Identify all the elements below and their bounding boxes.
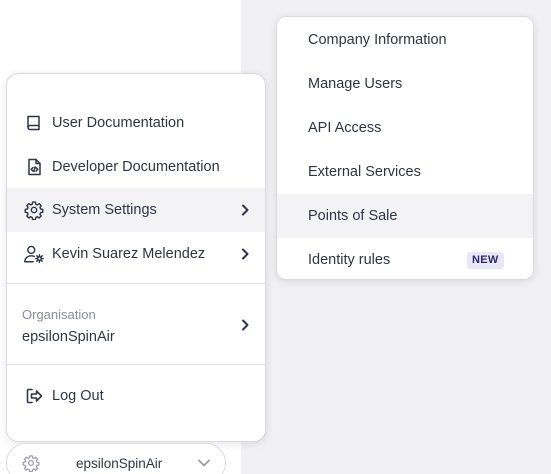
- code-file-icon: [23, 156, 45, 178]
- logout-label: Log Out: [52, 388, 104, 404]
- submenu-item-label: Points of Sale: [308, 208, 398, 224]
- submenu-item-label: External Services: [308, 164, 421, 180]
- submenu-item-identity-rules[interactable]: Identity rules NEW: [277, 238, 533, 279]
- submenu-item-external-services[interactable]: External Services: [277, 150, 533, 194]
- menu-item-label: Kevin Suarez Melendez: [52, 246, 206, 262]
- logout-button[interactable]: Log Out: [7, 374, 265, 418]
- gear-icon: [21, 453, 41, 473]
- submenu-item-api-access[interactable]: API Access: [277, 106, 533, 150]
- new-badge: NEW: [467, 252, 504, 269]
- user-settings-icon: [23, 243, 45, 265]
- submenu-item-manage-users[interactable]: Manage Users: [277, 62, 533, 106]
- submenu-item-label: Company Information: [308, 32, 447, 48]
- menu-item-system-settings[interactable]: System Settings: [7, 188, 265, 232]
- chevron-right-icon: [239, 203, 251, 217]
- submenu-item-points-of-sale[interactable]: Points of Sale: [277, 194, 533, 238]
- organisation-switcher[interactable]: epsilonSpinAir: [6, 443, 226, 474]
- menu-item-label: User Documentation: [52, 115, 185, 131]
- divider: [7, 364, 265, 365]
- chevron-right-icon: [239, 318, 251, 332]
- divider: [7, 283, 265, 284]
- menu-item-developer-documentation[interactable]: Developer Documentation: [7, 145, 265, 189]
- submenu-item-label: Manage Users: [308, 76, 403, 92]
- switcher-label: epsilonSpinAir: [76, 456, 163, 471]
- menu-item-label: Developer Documentation: [52, 159, 220, 175]
- menu-item-label: System Settings: [52, 202, 157, 218]
- book-icon: [23, 112, 45, 134]
- chevron-right-icon: [239, 247, 251, 261]
- submenu-item-company-information[interactable]: Company Information: [277, 18, 533, 62]
- gear-icon: [23, 199, 45, 221]
- account-menu: User Documentation Developer Documentati…: [6, 73, 266, 442]
- organisation-caption: Organisation: [22, 307, 96, 322]
- organisation-name: epsilonSpinAir: [22, 329, 115, 345]
- chevron-down-icon: [197, 456, 211, 470]
- submenu-item-label: API Access: [308, 120, 382, 136]
- organisation-selector[interactable]: Organisation epsilonSpinAir: [7, 288, 265, 365]
- menu-item-user-profile[interactable]: Kevin Suarez Melendez: [7, 232, 265, 276]
- menu-item-user-documentation[interactable]: User Documentation: [7, 101, 265, 145]
- system-settings-submenu: Company Information Manage Users API Acc…: [276, 16, 534, 280]
- logout-icon: [23, 385, 45, 407]
- submenu-item-label: Identity rules: [308, 252, 391, 268]
